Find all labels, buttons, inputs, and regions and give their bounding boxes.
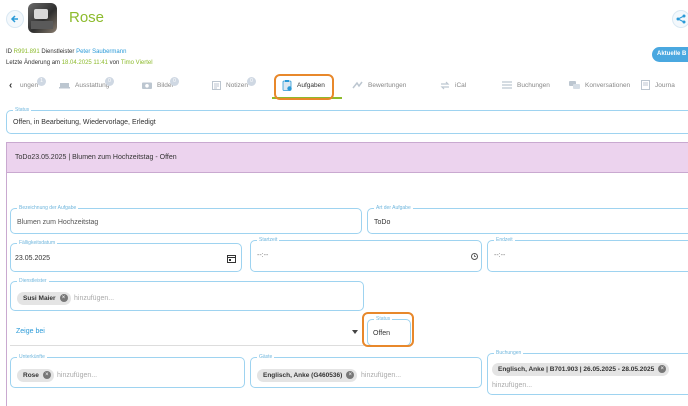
guests-chip[interactable]: Englisch, Anke (G460536) × xyxy=(257,369,358,382)
share-icon xyxy=(676,14,686,24)
provider-field[interactable]: Dienstleister Susi Maier × hinzufügen... xyxy=(10,277,364,311)
due-date-field[interactable]: Fälligkeitsdatum 23.05.2025 xyxy=(10,239,242,272)
tab-ausstattung-badge: 0 xyxy=(105,77,114,86)
furniture-icon xyxy=(59,83,70,89)
start-time-value: --:-- xyxy=(257,252,269,259)
id-label: ID xyxy=(6,49,12,55)
status-filter-label: Status xyxy=(13,106,32,114)
status-filter-value: Offen, in Bearbeitung, Wiedervorlage, Er… xyxy=(13,119,156,126)
guests-label: Gäste xyxy=(257,353,275,361)
start-time-field[interactable]: Startzeit --:-- xyxy=(250,236,482,272)
close-icon[interactable]: × xyxy=(59,294,68,302)
tab-bewertungen[interactable]: Bewertungen xyxy=(352,76,406,96)
tab-notizen[interactable]: Notizen xyxy=(212,76,248,96)
units-add-input[interactable]: hinzufügen... xyxy=(57,372,97,379)
end-time-value: --:-- xyxy=(494,252,506,259)
meta-line-2: Letzte Änderung am 18.04.2025 11:41 von … xyxy=(6,60,153,66)
changed-date: 18.04.2025 11:41 xyxy=(61,60,108,66)
task-title-label: Bezeichnung der Aufgabe xyxy=(17,204,79,212)
tab-prev-badge: 1 xyxy=(37,77,46,86)
bookings-add-input[interactable]: hinzufügen... xyxy=(492,382,532,389)
tab-ausstattung[interactable]: Ausstattung xyxy=(59,76,109,96)
provider-field-label: Dienstleister xyxy=(17,277,49,285)
changed-by-label: von xyxy=(109,60,120,66)
calendar-icon[interactable] xyxy=(227,254,236,263)
id-value[interactable]: R991.891 xyxy=(14,49,40,55)
tab-journal[interactable]: Journa xyxy=(641,76,675,96)
task-type-label: Art der Aufgabe xyxy=(374,204,413,212)
tab-buchungen[interactable]: Buchungen xyxy=(502,76,550,96)
bookings-field[interactable]: Buchungen Englisch, Anke | B701.903 | 26… xyxy=(487,349,688,395)
guests-add-input[interactable]: hinzufügen... xyxy=(361,372,401,379)
chat-icon xyxy=(569,80,580,89)
page-title: Rose xyxy=(69,9,105,26)
arrow-left-icon xyxy=(10,15,18,23)
bookings-chip[interactable]: Englisch, Anke | B701.903 | 26.05.2025 -… xyxy=(492,363,670,376)
units-chip[interactable]: Rose × xyxy=(17,369,54,382)
share-button[interactable] xyxy=(672,10,688,28)
task-header-text: ToDo23.05.2025 | Blumen zum Hochzeitstag… xyxy=(15,154,177,161)
provider-label: Dienstleister xyxy=(41,49,75,55)
meta-line-1: ID R991.891 Dienstleister Peter Sauberma… xyxy=(6,49,126,55)
back-button[interactable] xyxy=(6,10,24,28)
tab-bilder-badge: 0 xyxy=(170,77,179,86)
provider-value[interactable]: Peter Saubermann xyxy=(76,49,126,55)
provider-chip[interactable]: Susi Maier × xyxy=(17,292,71,305)
provider-add-input[interactable]: hinzufügen... xyxy=(74,295,114,302)
changed-by[interactable]: Timo Viertel xyxy=(121,60,153,66)
tab-ical[interactable]: iCal xyxy=(440,76,466,96)
changed-label: Letzte Änderung am xyxy=(6,60,61,66)
task-type-field[interactable]: Art der Aufgabe ToDo xyxy=(367,204,688,234)
note-icon xyxy=(212,80,221,90)
highlight-aufgaben-tab xyxy=(274,74,334,100)
show-at-select[interactable]: Zeige bei xyxy=(10,318,364,346)
units-field[interactable]: Unterkünfte Rose × hinzufügen... xyxy=(10,353,245,388)
tab-bilder[interactable]: Bilder xyxy=(142,76,174,96)
tabs-scroll-left[interactable]: ‹ xyxy=(9,80,12,91)
tab-prev[interactable]: ungen xyxy=(20,76,38,96)
tab-konversationen[interactable]: Konversationen xyxy=(569,76,630,96)
bookings-label: Buchungen xyxy=(494,349,524,357)
due-date-value: 23.05.2025 xyxy=(15,255,51,262)
units-label: Unterkünfte xyxy=(17,353,47,361)
list-icon xyxy=(502,81,512,89)
task-title-field[interactable]: Bezeichnung der Aufgabe Blumen zum Hochz… xyxy=(10,204,362,234)
chevron-down-icon xyxy=(352,330,358,334)
close-icon[interactable]: × xyxy=(42,371,51,379)
show-at-placeholder: Zeige bei xyxy=(16,328,45,335)
task-header[interactable]: ToDo23.05.2025 | Blumen zum Hochzeitstag… xyxy=(6,142,688,173)
camera-icon xyxy=(142,82,152,90)
close-icon[interactable]: × xyxy=(346,371,355,379)
journal-icon xyxy=(641,80,650,91)
close-icon[interactable]: × xyxy=(658,365,667,373)
guests-field[interactable]: Gäste Englisch, Anke (G460536) × hinzufüg… xyxy=(250,353,482,388)
property-thumbnail xyxy=(28,3,57,33)
highlight-status-field xyxy=(362,312,414,347)
clock-icon[interactable] xyxy=(471,253,478,260)
tab-notizen-badge: 0 xyxy=(247,77,256,86)
status-filter-field[interactable]: Status Offen, in Bearbeitung, Wiedervorl… xyxy=(6,106,688,134)
rating-icon xyxy=(352,81,363,89)
start-time-label: Startzeit xyxy=(257,236,280,244)
task-type-value: ToDo xyxy=(374,219,391,226)
end-time-field[interactable]: Endzeit --:-- xyxy=(487,236,688,272)
current-button[interactable]: Aktuelle B xyxy=(652,47,688,62)
end-time-label: Endzeit xyxy=(494,236,515,244)
sync-icon xyxy=(440,81,450,90)
task-title-value: Blumen zum Hochzeitstag xyxy=(17,219,99,226)
due-date-label: Fälligkeitsdatum xyxy=(17,239,58,247)
